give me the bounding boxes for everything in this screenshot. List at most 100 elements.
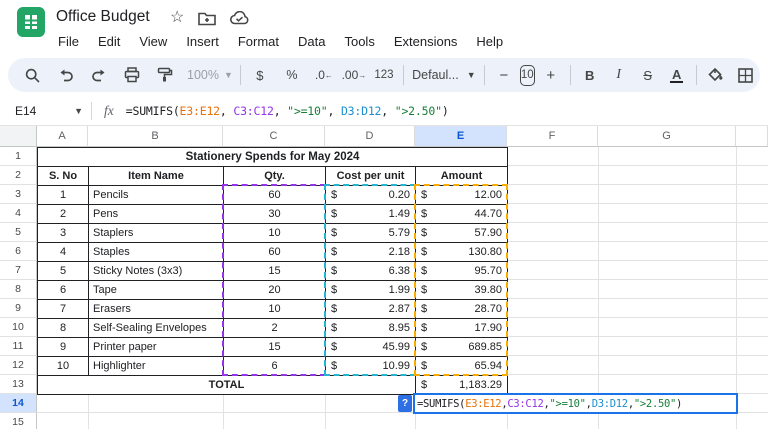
cell-amount[interactable]: $57.90 xyxy=(415,223,508,243)
sheet-cells[interactable]: Stationery Spends for May 2024 S. No Item … xyxy=(37,147,768,429)
cell-qty[interactable]: 60 xyxy=(223,185,326,205)
move-to-folder-icon[interactable] xyxy=(198,11,217,26)
menu-file[interactable]: File xyxy=(55,32,82,51)
cell-amount[interactable]: $44.70 xyxy=(415,204,508,224)
zoom-select[interactable]: 100% ▼ xyxy=(187,68,233,82)
cell-item[interactable]: Tape xyxy=(88,280,224,300)
cell-cost[interactable]: $2.87 xyxy=(325,299,416,319)
column-header-G[interactable]: G xyxy=(598,126,736,147)
row-header-4[interactable]: 4 xyxy=(0,204,37,223)
column-header-A[interactable]: A xyxy=(37,126,88,147)
row-header-5[interactable]: 5 xyxy=(0,223,37,242)
italic-button[interactable]: I xyxy=(607,63,631,87)
decrease-font-size-button[interactable]: − xyxy=(492,63,516,87)
cell-qty[interactable]: 10 xyxy=(223,299,326,319)
format-currency-button[interactable]: $ xyxy=(248,63,272,87)
text-color-button[interactable]: A xyxy=(665,63,689,87)
row-header-12[interactable]: 12 xyxy=(0,356,37,375)
cell-item[interactable]: Pencils xyxy=(88,185,224,205)
grid-corner[interactable] xyxy=(0,126,37,147)
cell-amount[interactable]: $12.00 xyxy=(415,185,508,205)
column-header-E[interactable]: E xyxy=(415,126,507,147)
row-header-13[interactable]: 13 xyxy=(0,375,37,394)
column-header-B[interactable]: B xyxy=(88,126,223,147)
cell-cost[interactable]: $8.95 xyxy=(325,318,416,338)
cell-amount[interactable]: $17.90 xyxy=(415,318,508,338)
row-header-15[interactable]: 15 xyxy=(0,413,37,429)
undo-icon[interactable] xyxy=(54,63,78,87)
cell-item[interactable]: Sticky Notes (3x3) xyxy=(88,261,224,281)
cell-qty[interactable]: 30 xyxy=(223,204,326,224)
cell-amount[interactable]: $689.85 xyxy=(415,337,508,357)
more-formats-button[interactable]: 123 xyxy=(372,63,396,87)
row-header-11[interactable]: 11 xyxy=(0,337,37,356)
cell-qty[interactable]: 15 xyxy=(223,337,326,357)
cell-sno[interactable]: 9 xyxy=(37,337,89,357)
cell-sno[interactable]: 7 xyxy=(37,299,89,319)
font-size-input[interactable]: 10 xyxy=(519,64,535,86)
merged-title-cell[interactable]: Stationery Spends for May 2024 xyxy=(37,147,508,167)
cell-amount[interactable]: $65.94 xyxy=(415,356,508,376)
cell-cost[interactable]: $6.38 xyxy=(325,261,416,281)
cell-cost[interactable]: $2.18 xyxy=(325,242,416,262)
font-family-select[interactable]: Defaul... ▼ xyxy=(411,68,477,82)
star-icon[interactable]: ☆ xyxy=(170,10,184,26)
row-header-1[interactable]: 1 xyxy=(0,147,37,166)
bold-button[interactable]: B xyxy=(578,63,602,87)
total-label-cell[interactable]: TOTAL xyxy=(37,375,416,395)
formula-help-badge[interactable]: ? xyxy=(398,395,412,412)
print-icon[interactable] xyxy=(120,63,144,87)
cell-amount[interactable]: $39.80 xyxy=(415,280,508,300)
cell-item[interactable]: Pens xyxy=(88,204,224,224)
cell-sno[interactable]: 4 xyxy=(37,242,89,262)
cell-cost[interactable]: $10.99 xyxy=(325,356,416,376)
header-cell-item-name[interactable]: Item Name xyxy=(88,166,224,186)
row-header-3[interactable]: 3 xyxy=(0,185,37,204)
cell-cost[interactable]: $1.99 xyxy=(325,280,416,300)
name-box[interactable]: E14 ▼ xyxy=(0,104,91,118)
cell-qty[interactable]: 60 xyxy=(223,242,326,262)
row-header-9[interactable]: 9 xyxy=(0,299,37,318)
search-icon[interactable] xyxy=(20,63,44,87)
row-header-10[interactable]: 10 xyxy=(0,318,37,337)
menu-view[interactable]: View xyxy=(136,32,170,51)
cell-item[interactable]: Staples xyxy=(88,242,224,262)
cell-item[interactable]: Highlighter xyxy=(88,356,224,376)
cell-cost[interactable]: $1.49 xyxy=(325,204,416,224)
strikethrough-button[interactable]: S xyxy=(636,63,660,87)
column-header-D[interactable]: D xyxy=(325,126,415,147)
row-header-7[interactable]: 7 xyxy=(0,261,37,280)
sheets-logo-icon[interactable] xyxy=(17,7,45,37)
cell-cost[interactable]: $45.99 xyxy=(325,337,416,357)
header-cell-s-no[interactable]: S. No xyxy=(37,166,89,186)
borders-icon[interactable] xyxy=(734,63,758,87)
cell-item[interactable]: Printer paper xyxy=(88,337,224,357)
cell-sno[interactable]: 1 xyxy=(37,185,89,205)
cell-sno[interactable]: 3 xyxy=(37,223,89,243)
document-title[interactable]: Office Budget xyxy=(56,8,150,26)
column-header-partial[interactable] xyxy=(736,126,768,147)
formula-input[interactable]: =SUMIFS(E3:E12, C3:C12, ">=10", D3:D12, … xyxy=(126,104,449,118)
format-percent-button[interactable]: % xyxy=(280,63,304,87)
row-header-8[interactable]: 8 xyxy=(0,280,37,299)
redo-icon[interactable] xyxy=(87,63,111,87)
cell-amount[interactable]: $95.70 xyxy=(415,261,508,281)
decrease-decimals-button[interactable]: .0 ← xyxy=(312,63,336,87)
menu-format[interactable]: Format xyxy=(235,32,282,51)
increase-decimals-button[interactable]: .00 → xyxy=(342,63,367,87)
row-header-14[interactable]: 14 xyxy=(0,394,37,413)
cell-cost[interactable]: $0.20 xyxy=(325,185,416,205)
header-cell-amount[interactable]: Amount xyxy=(415,166,508,186)
menu-help[interactable]: Help xyxy=(473,32,506,51)
header-cell-qty-[interactable]: Qty. xyxy=(223,166,326,186)
cell-qty[interactable]: 15 xyxy=(223,261,326,281)
header-cell-cost-per-unit[interactable]: Cost per unit xyxy=(325,166,416,186)
cell-qty[interactable]: 6 xyxy=(223,356,326,376)
cloud-saved-icon[interactable] xyxy=(230,11,250,25)
cell-item[interactable]: Staplers xyxy=(88,223,224,243)
total-amount-cell[interactable]: $1,183.29 xyxy=(415,375,508,395)
menu-extensions[interactable]: Extensions xyxy=(391,32,461,51)
cell-sno[interactable]: 6 xyxy=(37,280,89,300)
cell-qty[interactable]: 10 xyxy=(223,223,326,243)
cell-qty[interactable]: 20 xyxy=(223,280,326,300)
